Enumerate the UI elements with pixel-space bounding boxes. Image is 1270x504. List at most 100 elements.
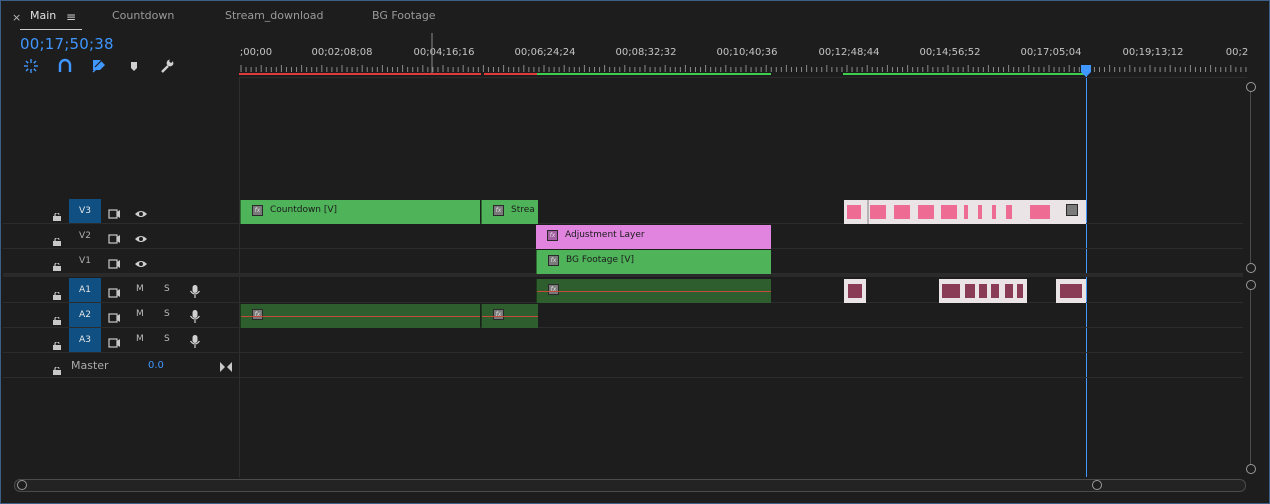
audio-clip-fill xyxy=(942,284,960,298)
audio-clip-fill xyxy=(991,284,999,298)
tab-active-underline xyxy=(20,29,82,30)
toggle-sync-lock-icon[interactable] xyxy=(108,309,120,323)
tab-menu-icon[interactable]: ≡ xyxy=(66,10,76,24)
tab-countdown[interactable]: Countdown xyxy=(112,9,174,22)
lock-icon[interactable] xyxy=(53,285,61,300)
clip-name: Adjustment Layer xyxy=(565,230,645,240)
snap-icon[interactable] xyxy=(23,58,39,74)
microphone-icon[interactable] xyxy=(189,309,201,323)
fx-badge-icon: fx xyxy=(493,309,504,320)
mute-button[interactable]: M xyxy=(136,334,144,344)
hscroll-handle-left[interactable] xyxy=(17,480,27,490)
solo-button[interactable]: S xyxy=(164,309,170,319)
clip-group-pink-v3[interactable] xyxy=(844,200,1086,224)
header-divider xyxy=(239,77,240,477)
clip-name: Countdown [V] xyxy=(270,205,338,215)
toggle-sync-lock-icon[interactable] xyxy=(108,284,120,298)
tab-bar: × Main ≡ Countdown Stream_download BG Fo… xyxy=(1,1,1269,31)
eye-icon[interactable] xyxy=(134,205,147,217)
track-target-a1[interactable]: A1 xyxy=(69,278,101,302)
video-vscroll-handle-top[interactable] xyxy=(1246,82,1256,92)
audio-clip-pink-group[interactable] xyxy=(939,279,1027,303)
lock-icon[interactable] xyxy=(53,310,61,325)
clip-bg-footage-audio[interactable]: fx xyxy=(536,279,771,303)
track-target-v2[interactable]: V2 xyxy=(69,224,101,248)
fx-badge-icon: fx xyxy=(493,205,504,216)
clip-separator xyxy=(867,200,869,224)
time-ruler[interactable]: ;00;00 00;02;08;08 00;04;16;16 00;06;24;… xyxy=(239,33,1248,77)
mute-button[interactable]: M xyxy=(136,284,144,294)
microphone-icon[interactable] xyxy=(189,334,201,348)
track-target-a3[interactable]: A3 xyxy=(69,328,101,352)
lock-icon[interactable] xyxy=(53,206,61,221)
pink-clip xyxy=(1030,205,1050,219)
linked-selection-icon[interactable] xyxy=(57,58,73,74)
video-vscroll-handle-bottom[interactable] xyxy=(1246,263,1256,273)
solo-button[interactable]: S xyxy=(164,334,170,344)
toggle-sync-lock-icon[interactable] xyxy=(108,205,120,219)
marker-icon[interactable] xyxy=(126,58,142,74)
pink-clip xyxy=(847,205,861,219)
track-row-a3: A3 M S xyxy=(3,328,1243,353)
audio-clip-pink[interactable] xyxy=(1056,279,1086,303)
ruler-ticks xyxy=(239,33,1247,75)
volume-rubber-band[interactable] xyxy=(241,316,480,317)
video-audio-separator[interactable] xyxy=(3,274,1243,277)
clip-stream-video[interactable]: fx Strea xyxy=(481,200,538,224)
audio-vscroll-handle-top[interactable] xyxy=(1246,280,1256,290)
microphone-icon[interactable] xyxy=(189,284,201,298)
solo-button[interactable]: S xyxy=(164,284,170,294)
mute-button[interactable]: M xyxy=(136,309,144,319)
clip-countdown-audio[interactable]: fx xyxy=(240,304,480,328)
volume-rubber-band[interactable] xyxy=(537,291,771,292)
audio-clip-fill xyxy=(848,284,862,298)
track-target-a2[interactable]: A2 xyxy=(69,303,101,327)
tab-bg-footage[interactable]: BG Footage xyxy=(372,9,436,22)
master-label: Master xyxy=(71,359,109,372)
lock-icon[interactable] xyxy=(53,335,61,350)
lock-icon[interactable] xyxy=(53,231,61,246)
eye-icon[interactable] xyxy=(134,255,147,267)
timeline-panel: × Main ≡ Countdown Stream_download BG Fo… xyxy=(0,0,1270,504)
pink-clip xyxy=(978,205,982,219)
close-tab-icon[interactable]: × xyxy=(12,11,21,24)
horizontal-scrollbar[interactable] xyxy=(14,479,1246,492)
fx-badge-icon: fx xyxy=(548,255,559,266)
pink-clip xyxy=(992,205,996,219)
go-to-in-out-icon[interactable] xyxy=(220,357,232,376)
pink-clip xyxy=(1006,205,1012,219)
volume-rubber-band[interactable] xyxy=(482,316,538,317)
clip-stream-audio[interactable]: fx xyxy=(481,304,538,328)
toggle-sync-lock-icon[interactable] xyxy=(108,230,120,244)
audio-vscroll-handle-bottom[interactable] xyxy=(1246,464,1256,474)
tab-stream-download[interactable]: Stream_download xyxy=(225,9,324,22)
track-target-v3[interactable]: V3 xyxy=(69,199,101,223)
track-target-v1[interactable]: V1 xyxy=(69,249,101,273)
master-volume-value[interactable]: 0.0 xyxy=(148,360,164,371)
toggle-sync-lock-icon[interactable] xyxy=(108,334,120,348)
clip-adjustment-layer[interactable]: fx Adjustment Layer xyxy=(536,225,771,249)
add-marker-icon[interactable] xyxy=(91,58,107,74)
track-row-master: Master 0.0 xyxy=(3,353,1243,378)
pink-clip xyxy=(941,205,957,219)
lock-icon[interactable] xyxy=(53,360,61,375)
tab-main[interactable]: Main xyxy=(30,9,56,22)
pink-clip xyxy=(870,205,886,219)
ruler-bottom-border xyxy=(239,77,1247,78)
audio-clip-fill xyxy=(965,284,975,298)
toggle-sync-lock-icon[interactable] xyxy=(108,255,120,269)
audio-vscroll-track[interactable] xyxy=(1250,287,1251,467)
clip-name: Strea xyxy=(511,205,535,215)
audio-clip-fill xyxy=(1005,284,1013,298)
lock-icon[interactable] xyxy=(53,256,61,271)
hscroll-handle-right[interactable] xyxy=(1092,480,1102,490)
pink-clip xyxy=(964,205,968,219)
wrench-icon[interactable] xyxy=(159,58,175,74)
clip-countdown-video[interactable]: fx Countdown [V] xyxy=(240,200,480,224)
audio-clip-pink[interactable] xyxy=(844,279,866,303)
clip-bg-footage-video[interactable]: fx BG Footage [V] xyxy=(536,250,771,274)
video-vscroll-track[interactable] xyxy=(1250,87,1251,267)
playhead-timecode[interactable]: 00;17;50;38 xyxy=(20,35,114,53)
eye-icon[interactable] xyxy=(134,230,147,242)
audio-clip-fill xyxy=(979,284,987,298)
